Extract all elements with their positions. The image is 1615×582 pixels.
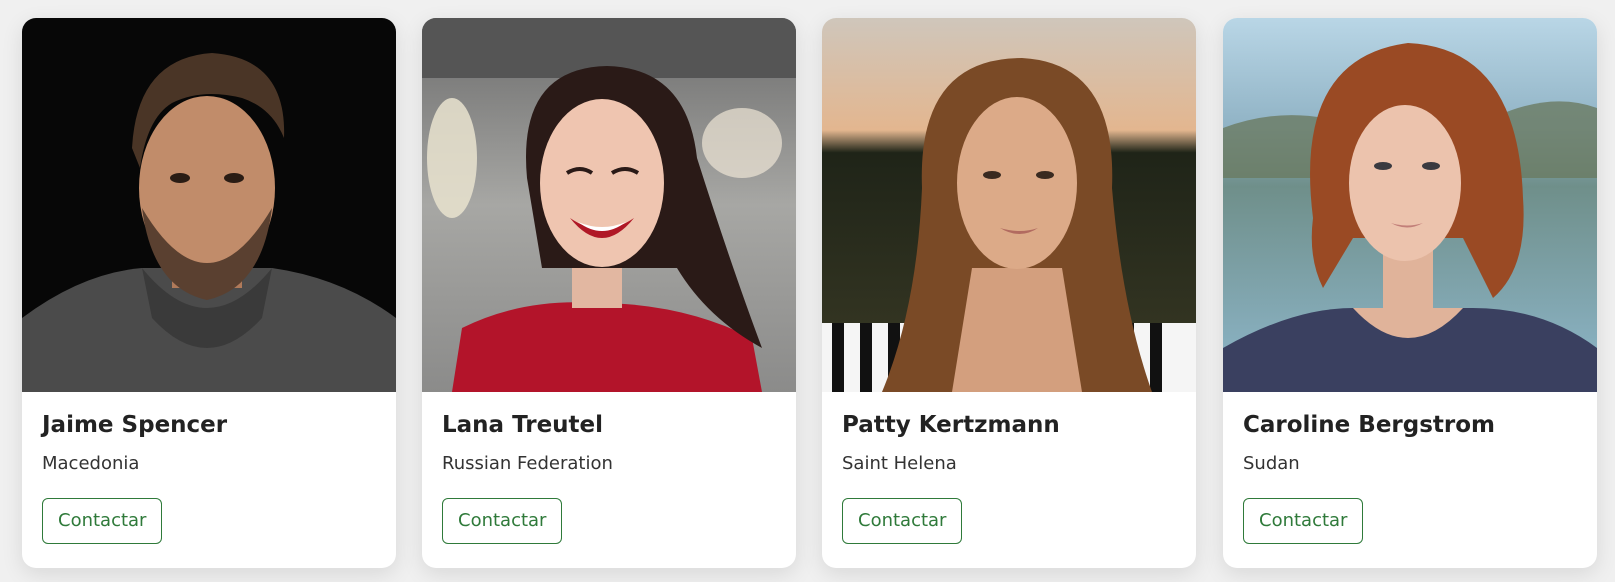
profile-photo	[22, 18, 396, 392]
profile-country: Russian Federation	[442, 453, 613, 474]
portrait-image	[22, 18, 396, 392]
portrait-image	[422, 18, 796, 392]
profile-name: Lana Treutel	[442, 412, 604, 438]
profile-card: Caroline Bergstrom Sudan Contactar	[1223, 18, 1597, 568]
profile-card-grid: Jaime Spencer Macedonia Contactar Lana T…	[0, 0, 1615, 582]
contact-button[interactable]: Contactar	[1243, 498, 1364, 544]
profile-country: Macedonia	[42, 453, 140, 474]
portrait-image	[822, 18, 1196, 392]
profile-name: Patty Kertzmann	[842, 412, 1060, 438]
profile-name: Caroline Bergstrom	[1243, 412, 1496, 438]
contact-button[interactable]: Contactar	[442, 498, 563, 544]
profile-card: Jaime Spencer Macedonia Contactar	[22, 18, 396, 568]
profile-photo	[822, 18, 1196, 392]
profile-name: Jaime Spencer	[42, 412, 228, 438]
profile-photo	[1223, 18, 1597, 392]
portrait-image	[1223, 18, 1597, 392]
contact-button[interactable]: Contactar	[842, 498, 963, 544]
profile-photo	[422, 18, 796, 392]
contact-button[interactable]: Contactar	[42, 498, 163, 544]
profile-country: Sudan	[1243, 453, 1300, 474]
profile-card: Lana Treutel Russian Federation Contacta…	[422, 18, 796, 568]
profile-card: Patty Kertzmann Saint Helena Contactar	[822, 18, 1196, 568]
profile-country: Saint Helena	[842, 453, 957, 474]
